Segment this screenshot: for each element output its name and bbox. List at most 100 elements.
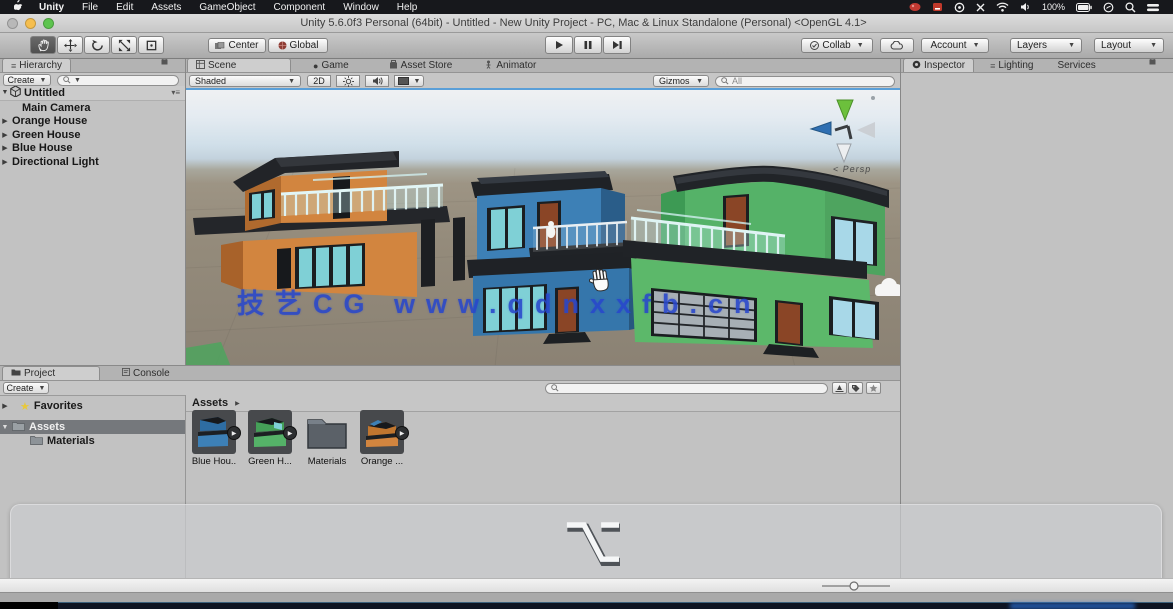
hierarchy-create-button[interactable]: Create▼: [3, 74, 51, 86]
move-tool-button[interactable]: [57, 36, 83, 54]
layers-dropdown[interactable]: Layers▼: [1010, 38, 1082, 53]
folder-row-assets[interactable]: ▼ Assets: [0, 420, 185, 434]
game-tab-icon: ●: [313, 61, 318, 71]
expand-triangle-icon[interactable]: ▶: [0, 158, 10, 166]
scene-context-menu-icon[interactable]: ▾≡: [171, 88, 180, 97]
rotate-tool-button[interactable]: [84, 36, 110, 54]
hierarchy-item-orange-house[interactable]: ▶Orange House: [0, 115, 185, 129]
hand-tool-button[interactable]: [30, 36, 56, 54]
pivot-center-button[interactable]: Center: [208, 38, 266, 53]
menu-assets[interactable]: Assets: [151, 2, 181, 13]
asset-item-orange-house[interactable]: ▶ Orange ...: [356, 410, 408, 467]
2d-toggle-button[interactable]: 2D: [307, 75, 331, 87]
persp-label[interactable]: < Persp: [832, 164, 872, 174]
scene-viewport[interactable]: 技艺CG www.qdnxxfb.cn < Persp: [185, 88, 900, 365]
scene-audio-toggle[interactable]: [365, 75, 389, 87]
prefab-expand-arrow[interactable]: ▶: [227, 426, 241, 440]
hand-cursor: [588, 268, 612, 299]
inspector-tab-icon: [912, 60, 921, 72]
keycast-icon[interactable]: [932, 2, 943, 12]
project-search-input[interactable]: [545, 383, 828, 394]
gizmos-dropdown[interactable]: Gizmos▼: [653, 75, 709, 87]
menu-window[interactable]: Window: [343, 2, 379, 13]
apple-menu-icon[interactable]: [14, 0, 23, 14]
scene-orientation-gizmo[interactable]: [811, 96, 875, 162]
expand-triangle-icon[interactable]: ▶: [0, 131, 10, 139]
tab-inspector[interactable]: Inspector: [903, 58, 974, 72]
step-button[interactable]: [603, 36, 631, 54]
tab-console[interactable]: Console: [114, 367, 178, 380]
tab-asset-store[interactable]: Asset Store: [381, 59, 461, 72]
prefab-expand-arrow[interactable]: ▶: [283, 426, 297, 440]
orange-house-object[interactable]: [193, 151, 465, 297]
menu-unity[interactable]: Unity: [39, 2, 64, 13]
favorites-row[interactable]: ▶ ★ Favorites: [0, 399, 185, 413]
collab-button[interactable]: Collab▼: [801, 38, 873, 53]
window-title-bar[interactable]: Unity 5.6.0f3 Personal (64bit) - Untitle…: [0, 14, 1173, 33]
target-icon[interactable]: [954, 2, 965, 13]
lighting-tab-icon: ≡: [990, 61, 995, 71]
macos-menu-bar: Unity File Edit Assets GameObject Compon…: [0, 0, 1173, 14]
asset-item-green-house[interactable]: ▶ Green H...: [244, 410, 296, 467]
menu-help[interactable]: Help: [397, 2, 418, 13]
folder-row-materials[interactable]: Materials: [0, 434, 185, 448]
tab-animator[interactable]: Animator: [476, 59, 544, 72]
project-create-button[interactable]: Create▼: [3, 382, 49, 394]
tab-hierarchy[interactable]: ≡ Hierarchy: [2, 58, 71, 72]
hierarchy-item-green-house[interactable]: ▶Green House: [0, 128, 185, 142]
saved-search-button[interactable]: [866, 382, 881, 394]
close-window-button[interactable]: [7, 18, 18, 29]
unity-scene-icon: [10, 86, 21, 100]
scene-row-untitled[interactable]: ▼ Untitled ▾≡: [0, 86, 185, 101]
scene-tab-icon: [196, 60, 205, 72]
expand-triangle-icon[interactable]: ▶: [0, 144, 10, 152]
asset-item-materials-folder[interactable]: Materials: [301, 410, 353, 467]
tab-services[interactable]: Services: [1049, 59, 1103, 72]
spotlight-search-icon[interactable]: [1125, 2, 1136, 13]
asset-zoom-slider[interactable]: [816, 579, 896, 593]
pause-button[interactable]: [574, 36, 602, 54]
screen-record-icon[interactable]: [909, 2, 921, 12]
expand-triangle-icon[interactable]: ▶: [0, 117, 10, 125]
shaded-mode-dropdown[interactable]: Shaded▼: [189, 75, 301, 87]
search-by-type-button[interactable]: [832, 382, 847, 394]
x-status-icon[interactable]: [976, 3, 985, 12]
menu-gameobject[interactable]: GameObject: [199, 2, 255, 13]
asset-item-blue-house[interactable]: ▶ Blue Hou..: [188, 410, 240, 467]
green-house-object[interactable]: [623, 166, 889, 358]
menu-component[interactable]: Component: [274, 2, 326, 13]
rect-tool-button[interactable]: [138, 36, 164, 54]
account-dropdown[interactable]: Account▼: [921, 38, 989, 53]
volume-icon[interactable]: [1020, 2, 1031, 12]
minimize-window-button[interactable]: [25, 18, 36, 29]
siri-icon[interactable]: [1103, 2, 1114, 13]
zoom-window-button[interactable]: [43, 18, 54, 29]
scene-search-input[interactable]: All: [715, 76, 895, 87]
scale-tool-button[interactable]: [111, 36, 137, 54]
hierarchy-icon: ≡: [11, 61, 16, 71]
cloud-services-button[interactable]: [880, 38, 914, 53]
scene-effects-dropdown[interactable]: ▼: [394, 75, 424, 87]
tab-lighting[interactable]: ≡ Lighting: [982, 59, 1041, 72]
tab-scene[interactable]: Scene: [187, 58, 291, 72]
scene-lighting-toggle[interactable]: [336, 75, 360, 87]
prefab-expand-arrow[interactable]: ▶: [395, 426, 409, 440]
menu-file[interactable]: File: [82, 2, 98, 13]
tab-project[interactable]: Project: [2, 366, 100, 380]
menu-edit[interactable]: Edit: [116, 2, 133, 13]
search-by-label-button[interactable]: [848, 382, 863, 394]
project-tab-icon: [11, 368, 21, 379]
scene-view-panel: Scene ● Game Asset Store Animator Shaded…: [185, 58, 900, 365]
hierarchy-item-main-camera[interactable]: Main Camera: [0, 101, 185, 115]
wifi-icon[interactable]: [996, 2, 1009, 12]
pivot-global-button[interactable]: Global: [268, 38, 328, 53]
play-button[interactable]: [545, 36, 573, 54]
control-center-icon[interactable]: [1147, 3, 1159, 12]
hierarchy-item-directional-light[interactable]: ▶Directional Light: [0, 155, 185, 169]
hierarchy-search-input[interactable]: ▼: [57, 75, 179, 86]
project-bottom-bar: [0, 578, 1173, 593]
layout-dropdown[interactable]: Layout▼: [1094, 38, 1164, 53]
video-watermark: 技艺CG www.qdnxxfb.cn: [237, 282, 897, 321]
hierarchy-item-blue-house[interactable]: ▶Blue House: [0, 142, 185, 156]
tab-game[interactable]: ● Game: [305, 59, 357, 72]
